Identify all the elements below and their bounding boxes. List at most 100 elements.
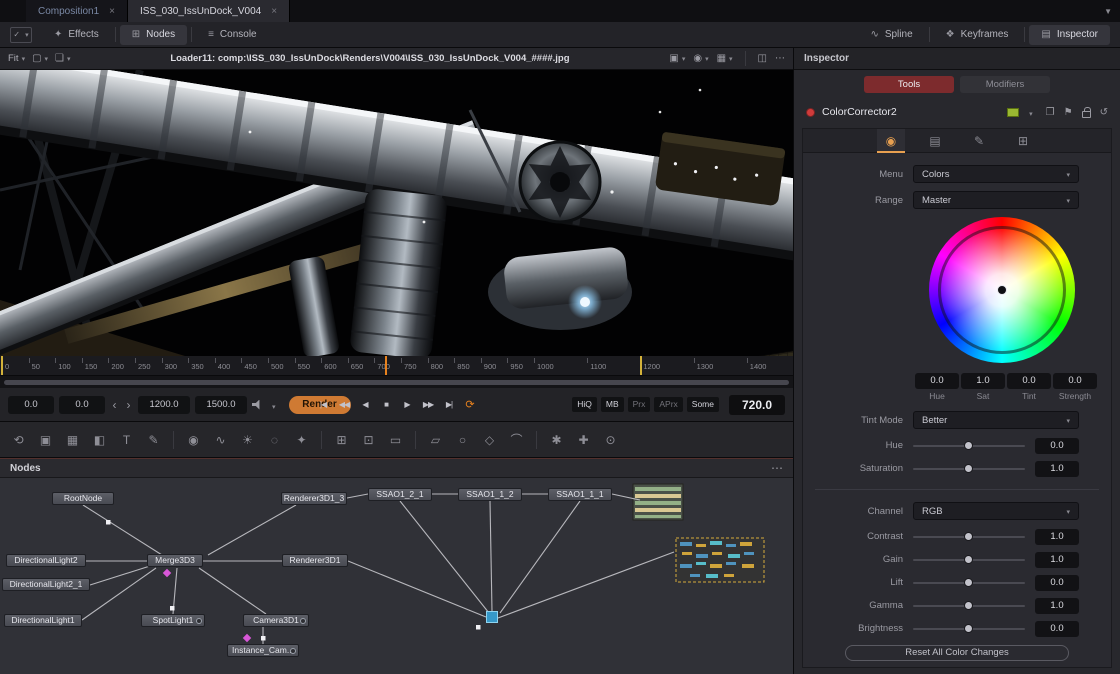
roi-icon[interactable]: ❏	[55, 53, 70, 64]
node-camera3d1[interactable]: Camera3D1	[243, 614, 309, 627]
tool-enable-icon[interactable]	[806, 108, 815, 117]
polygon-mask-icon[interactable]: ◇	[477, 433, 502, 447]
toolbar-button-keyframes[interactable]: ❖Keyframes	[934, 25, 1021, 45]
slider-value-field[interactable]: 1.0	[1035, 529, 1079, 545]
scrollbar-handle[interactable]	[4, 380, 789, 385]
slider-knob[interactable]	[964, 555, 973, 564]
render-start-field[interactable]: 0.0	[59, 396, 105, 414]
viewer-menu-icon[interactable]: ⋯	[775, 53, 785, 64]
slider-value-field[interactable]: 1.0	[1035, 461, 1079, 477]
tool-name[interactable]: ColorCorrector2	[822, 106, 897, 118]
blur-tool-icon[interactable]: ◌	[262, 433, 287, 447]
reset-icon[interactable]: ↺	[1100, 107, 1108, 118]
paint-tool-icon[interactable]: ✎	[141, 433, 166, 447]
colorcorrector-tool-icon[interactable]: ◉	[181, 433, 206, 447]
toolbar-button-console[interactable]: ≡Console	[196, 25, 269, 45]
transport-loop-button[interactable]: ⟳	[461, 397, 479, 413]
node-visibility-toggle[interactable]	[290, 648, 296, 654]
transform-tool-icon[interactable]: ⊞	[329, 433, 354, 447]
toolbar-button-effects[interactable]: ✦Effects	[42, 25, 111, 45]
glow-tool-icon[interactable]: ✦	[289, 433, 314, 447]
playhead[interactable]	[385, 356, 387, 375]
transport-stop-button[interactable]: ■	[377, 397, 395, 413]
merge-tool-icon[interactable]: ◧	[87, 433, 112, 447]
toolbar-button-nodes[interactable]: ⊞Nodes	[120, 25, 187, 45]
slider-value-field[interactable]: 0.0	[1035, 438, 1079, 454]
node-ssao1-1-1[interactable]: SSAO1_1_1	[548, 488, 612, 501]
rectangle-mask-icon[interactable]: ▱	[423, 433, 448, 447]
time-ruler[interactable]: 0501001502002503003504004505005506006507…	[0, 356, 793, 376]
wire-junction[interactable]	[170, 606, 175, 611]
node-merge3d3[interactable]: Merge3D3	[147, 554, 203, 567]
close-tab-icon[interactable]: ×	[271, 6, 277, 17]
slider-value-field[interactable]: 0.0	[1035, 575, 1079, 591]
tab-tools[interactable]: Tools	[864, 76, 954, 93]
wire-junction[interactable]	[476, 625, 481, 630]
node-directionallight1[interactable]: DirectionalLight1	[4, 614, 82, 627]
node-graph[interactable]: RootNode Renderer3D1_3 SSAO1_2_1 SSAO1_1_2 S…	[0, 478, 793, 674]
crop-tool-icon[interactable]: ▭	[383, 433, 408, 447]
global-start-field[interactable]: 0.0	[8, 396, 54, 414]
bspline-mask-icon[interactable]: ⌒	[504, 431, 529, 448]
toolbar-button-inspector[interactable]: ▤Inspector	[1029, 25, 1110, 45]
quality-hiq-button[interactable]: HiQ	[572, 397, 597, 412]
menu-dropdown[interactable]: Colors	[913, 165, 1079, 183]
chevron-down-icon[interactable]	[1026, 103, 1033, 121]
slider-knob[interactable]	[964, 601, 973, 610]
slider-track[interactable]	[913, 536, 1025, 538]
step-back-icon[interactable]: ‹	[110, 398, 119, 412]
zoom-preset-icon[interactable]: ▢	[32, 53, 48, 64]
node-ssao1-1-2[interactable]: SSAO1_1_2	[458, 488, 522, 501]
slider-knob[interactable]	[964, 532, 973, 541]
node-directionallight2-1[interactable]: DirectionalLight2_1	[2, 578, 90, 591]
slider-knob[interactable]	[964, 441, 973, 450]
slider-track[interactable]	[913, 445, 1025, 447]
tint-mode-dropdown[interactable]: Better	[913, 411, 1079, 429]
node-spotlight1[interactable]: SpotLight1	[141, 614, 205, 627]
chevron-down-icon[interactable]	[269, 396, 276, 414]
node-renderer3d1-3[interactable]: Renderer3D1_3	[281, 492, 347, 505]
viewer-lut-icon[interactable]: ◉	[693, 53, 708, 64]
slider-track[interactable]	[913, 628, 1025, 630]
slider-knob[interactable]	[964, 624, 973, 633]
transport-play-reverse-fast-button[interactable]: ◀◀	[335, 397, 353, 413]
wire-junction[interactable]	[261, 636, 266, 641]
slider-track[interactable]	[913, 559, 1025, 561]
fit-dropdown[interactable]: Fit	[8, 53, 25, 64]
channel-display-icon[interactable]: ▣	[669, 53, 685, 64]
node-visibility-toggle[interactable]	[300, 618, 306, 624]
close-tab-icon[interactable]: ×	[109, 6, 115, 17]
quality-mb-button[interactable]: MB	[601, 397, 624, 412]
transport-play-reverse-button[interactable]: ◀	[356, 397, 374, 413]
pmerge-tool-icon[interactable]: ✚	[571, 433, 596, 447]
pemitter-tool-icon[interactable]: ✱	[544, 433, 569, 447]
channel-dropdown[interactable]: RGB	[913, 502, 1079, 520]
lock-icon[interactable]	[1082, 111, 1091, 118]
wire-junction[interactable]	[106, 520, 111, 525]
transport-play-button[interactable]: ▶	[398, 397, 416, 413]
dock-icon[interactable]: ❐	[1046, 107, 1055, 118]
resize-tool-icon[interactable]: ⊡	[356, 433, 381, 447]
range-dropdown[interactable]: Master	[913, 191, 1079, 209]
slider-knob[interactable]	[964, 464, 973, 473]
options-subtab[interactable]: ⊞	[1009, 129, 1037, 153]
split-view-icon[interactable]: ◫	[758, 53, 767, 64]
node-ssao1-2-1[interactable]: SSAO1_2_1	[368, 488, 432, 501]
tab-modifiers[interactable]: Modifiers	[960, 76, 1050, 93]
nodes-panel-menu-icon[interactable]	[771, 459, 783, 477]
wheel-value-field[interactable]: 0.0	[915, 373, 959, 389]
reset-all-color-changes-button[interactable]: Reset All Color Changes	[845, 645, 1069, 661]
audio-icon[interactable]	[252, 400, 264, 410]
step-forward-icon[interactable]: ›	[124, 398, 133, 412]
transport-play-fast-button[interactable]: ▶▶	[419, 397, 437, 413]
brightness-tool-icon[interactable]: ☀	[235, 433, 260, 447]
zoomed-out-node-cluster[interactable]	[676, 538, 764, 582]
color-wheel[interactable]	[929, 217, 1075, 363]
pin-icon[interactable]: ⚑	[1064, 107, 1073, 118]
quality-prx-button[interactable]: Prx	[628, 397, 651, 412]
render-end-field[interactable]: 1200.0	[138, 396, 190, 414]
slider-knob[interactable]	[964, 578, 973, 587]
transport-go-to-start-button[interactable]: |◀	[314, 397, 332, 413]
wheel-value-field[interactable]: 0.0	[1007, 373, 1051, 389]
node-rootnode[interactable]: RootNode	[52, 492, 114, 505]
